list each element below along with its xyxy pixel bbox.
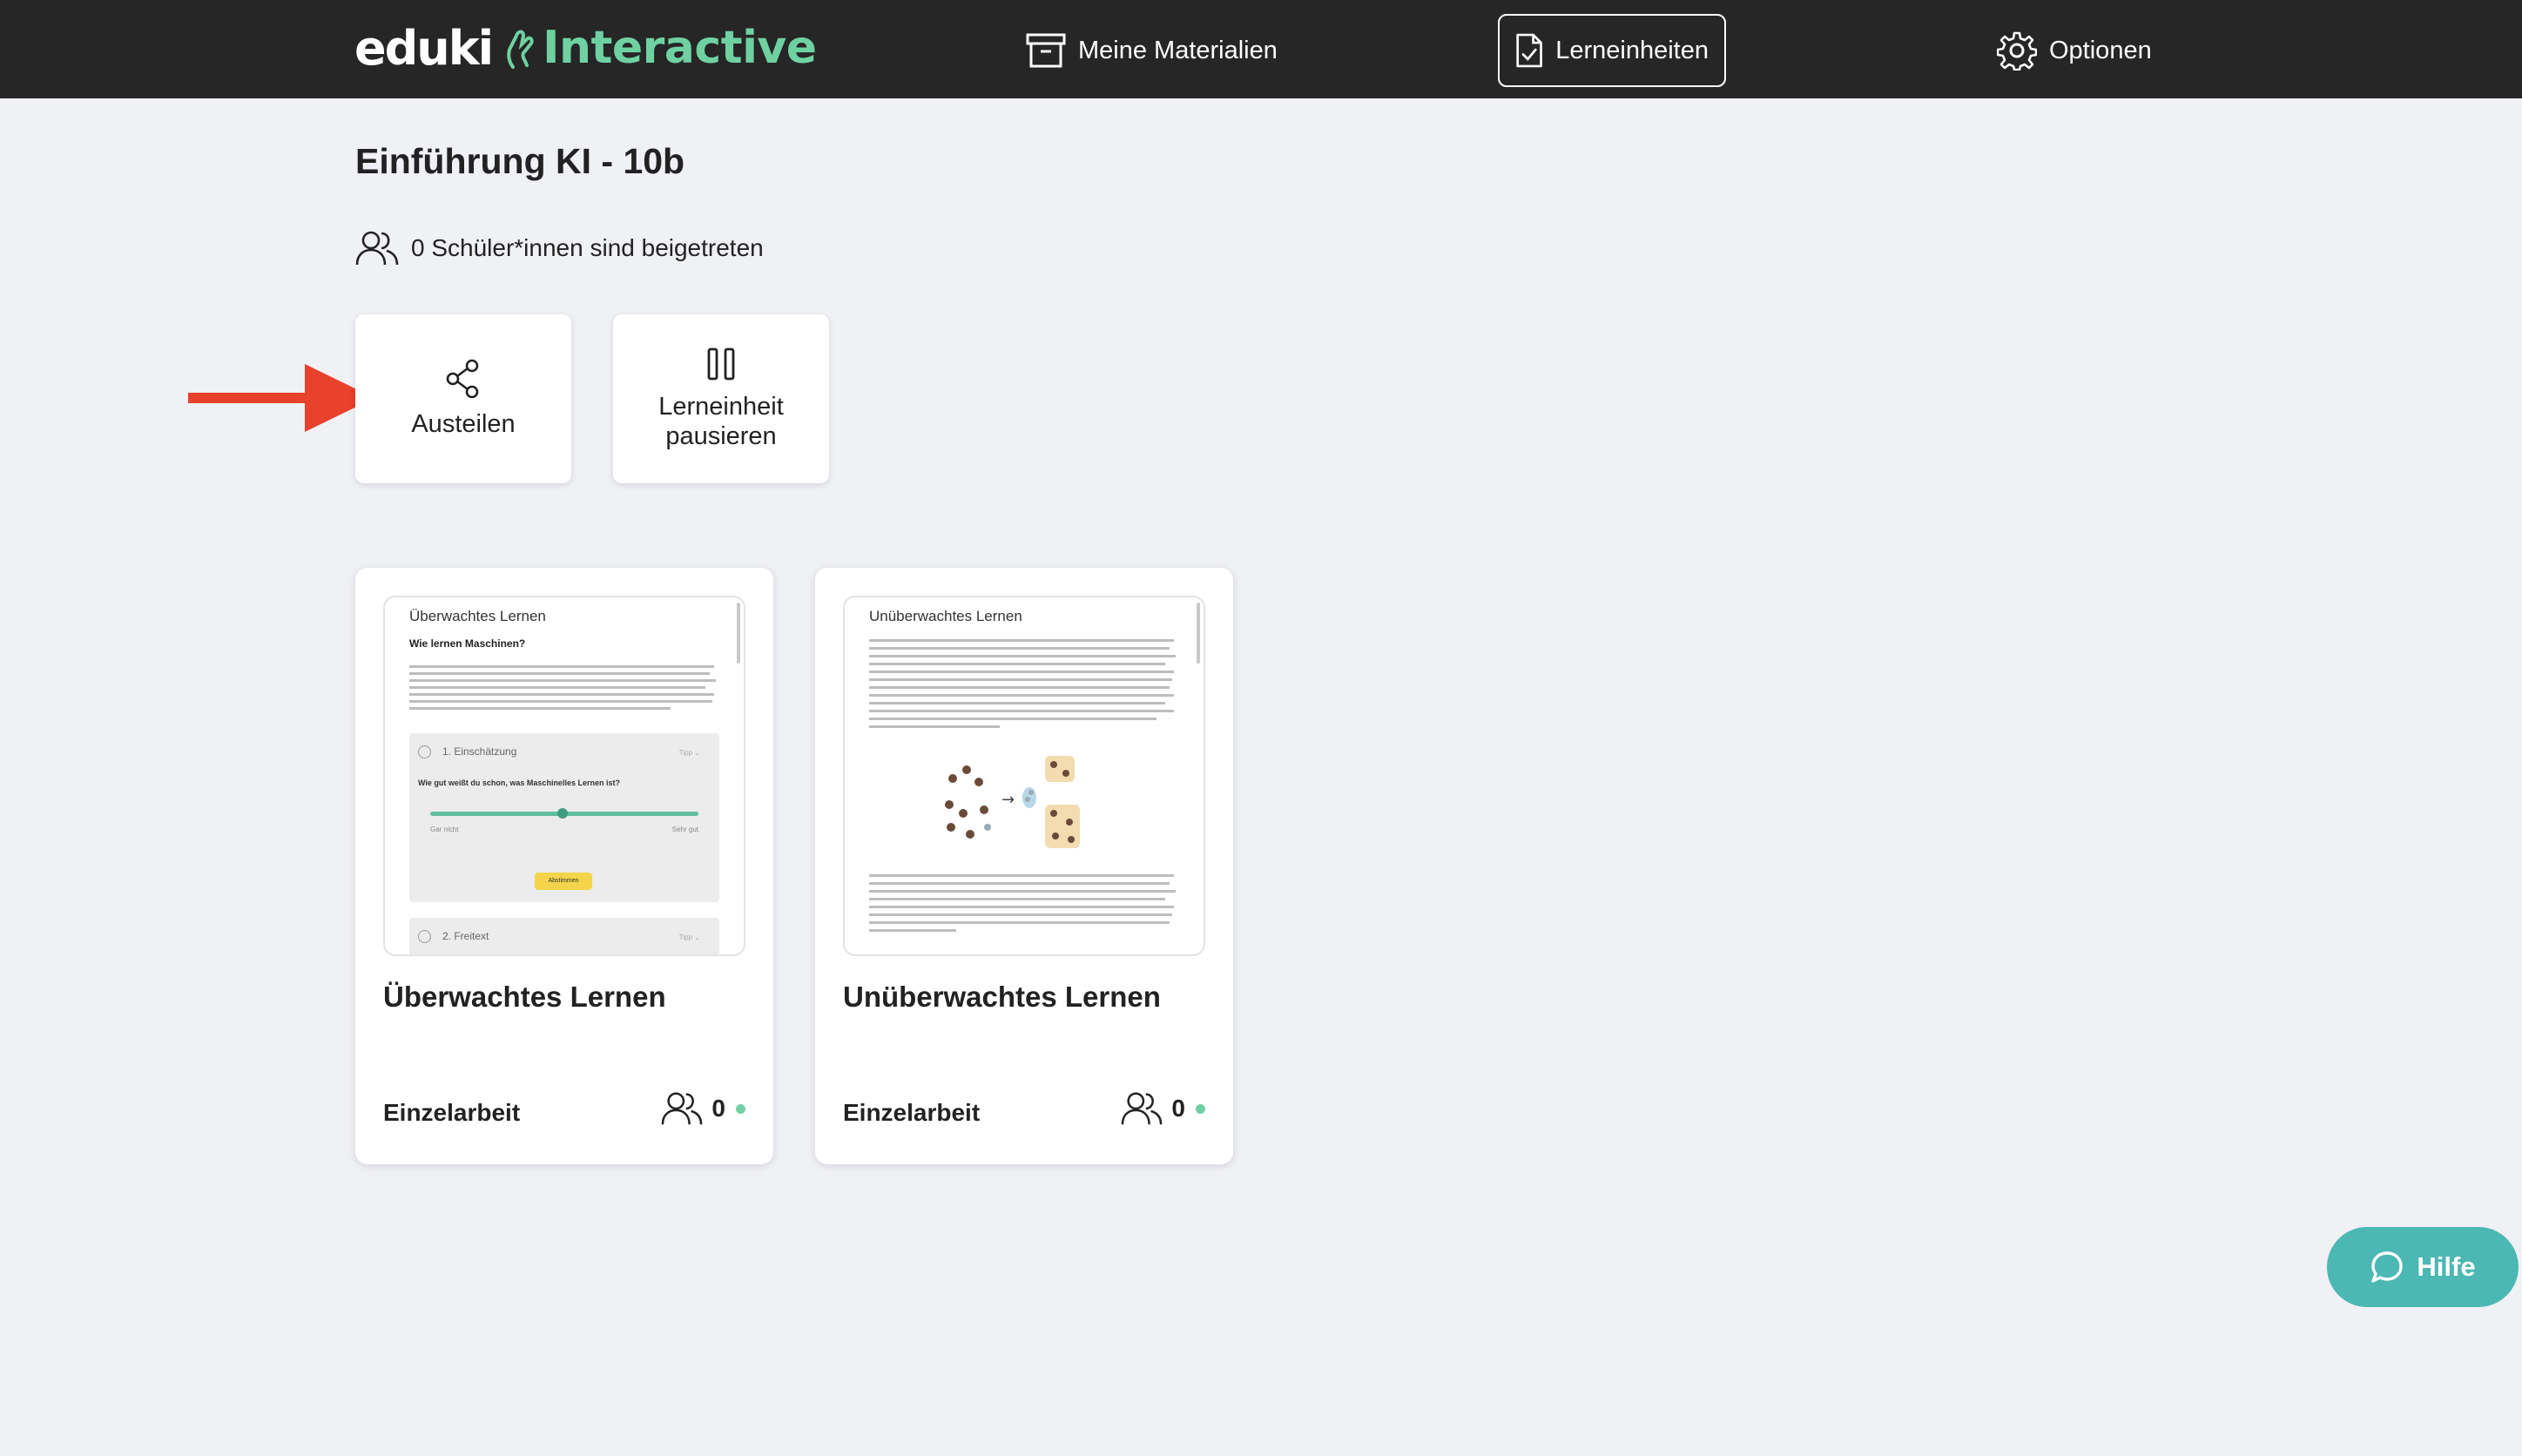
gear-icon <box>1997 31 2037 71</box>
red-arrow-annotation <box>188 364 374 432</box>
task-tip-label: Tipp ⌄ <box>678 749 700 757</box>
participant-count-value: 0 <box>1171 1095 1185 1122</box>
top-navigation-bar: eduki Interactive Meine Materialien Lern… <box>0 0 2522 98</box>
pause-icon <box>707 347 735 381</box>
material-participant-count: 0 <box>1121 1090 1205 1127</box>
material-preview: Unüberwachtes Lernen → <box>843 596 1205 956</box>
check-circle-icon <box>418 745 431 758</box>
preview-scrollbar <box>1197 603 1200 664</box>
task-assessment-label: 1. Einschätzung <box>442 745 517 758</box>
pause-button-label: Lerneinheit pausieren <box>658 393 784 450</box>
scale-right-label: Sehr gut <box>671 826 698 833</box>
eduki-logo[interactable]: eduki Interactive <box>354 17 817 78</box>
document-check-icon <box>1516 33 1542 68</box>
share-button[interactable]: Austeilen <box>355 314 571 483</box>
material-preview: Überwachtes Lernen Wie lernen Maschinen?… <box>383 596 745 956</box>
online-status-dot <box>1196 1103 1205 1114</box>
preview-subtitle: Wie lernen Maschinen? <box>409 637 526 650</box>
archive-box-icon <box>1026 33 1066 68</box>
preview-vote-button: Abstimmen <box>535 873 592 890</box>
material-title: Unüberwachtes Lernen <box>843 981 1161 1013</box>
preview-title: Unüberwachtes Lernen <box>869 608 1022 624</box>
task-tip-label: Tipp ⌄ <box>678 934 700 941</box>
logo-text-interactive: Interactive <box>543 22 817 74</box>
material-card-ueberwachtes-lernen[interactable]: Überwachtes Lernen Wie lernen Maschinen?… <box>355 568 773 1164</box>
help-button-label: Hilfe <box>2417 1251 2476 1282</box>
nav-optionen-label: Optionen <box>2049 36 2152 64</box>
nav-meine-materialien-label: Meine Materialien <box>1078 36 1278 64</box>
share-button-label: Austeilen <box>411 410 516 438</box>
preview-slider-knob <box>557 808 568 819</box>
help-button[interactable]: Hilfe <box>2327 1227 2519 1307</box>
preview-text-lines <box>409 665 716 710</box>
online-status-dot <box>736 1103 745 1114</box>
users-icon <box>355 231 399 266</box>
svg-text:→: → <box>1001 791 1015 809</box>
material-mode: Einzelarbeit <box>383 1099 521 1126</box>
page-title: Einführung KI - 10b <box>355 141 685 181</box>
students-joined-status: 0 Schüler*innen sind beigetreten <box>355 230 764 266</box>
preview-scrollbar <box>737 603 740 664</box>
nav-lerneinheiten[interactable]: Lerneinheiten <box>1498 14 1726 87</box>
nav-meine-materialien[interactable]: Meine Materialien <box>1010 14 1293 87</box>
preview-title: Überwachtes Lernen <box>409 608 546 624</box>
users-icon <box>1122 1092 1163 1125</box>
preview-text-lines <box>869 639 1176 728</box>
task-freetext-label: 2. Freitext <box>442 930 489 942</box>
preview-task-freetext: 2. Freitext Tipp ⌄ <box>409 918 719 954</box>
preview-text-lines <box>869 874 1176 932</box>
material-card-unueberwachtes-lernen[interactable]: Unüberwachtes Lernen → Unüberwachtes Ler… <box>815 568 1233 1164</box>
users-icon <box>662 1092 703 1125</box>
chat-bubble-icon <box>2371 1251 2404 1283</box>
check-circle-icon <box>418 930 431 943</box>
animal-clustering-illustration: → <box>945 756 1080 848</box>
students-joined-text: 0 Schüler*innen sind beigetreten <box>411 234 764 261</box>
pause-learning-unit-button[interactable]: Lerneinheit pausieren <box>613 314 829 483</box>
participant-count-value: 0 <box>711 1095 725 1122</box>
logo-text-eduki: eduki <box>354 20 494 76</box>
share-icon <box>446 359 479 399</box>
material-title: Überwachtes Lernen <box>383 981 666 1013</box>
preview-task-assessment: 1. Einschätzung Tipp ⌄ Wie gut weißt du … <box>409 733 719 902</box>
nav-lerneinheiten-label: Lerneinheiten <box>1555 36 1709 64</box>
nav-optionen[interactable]: Optionen <box>1981 14 2168 87</box>
material-mode: Einzelarbeit <box>843 1099 981 1126</box>
material-participant-count: 0 <box>661 1090 745 1127</box>
hand-icon <box>507 30 534 69</box>
scale-left-label: Gar nicht <box>430 826 459 833</box>
task-question: Wie gut weißt du schon, was Maschinelles… <box>418 779 620 787</box>
